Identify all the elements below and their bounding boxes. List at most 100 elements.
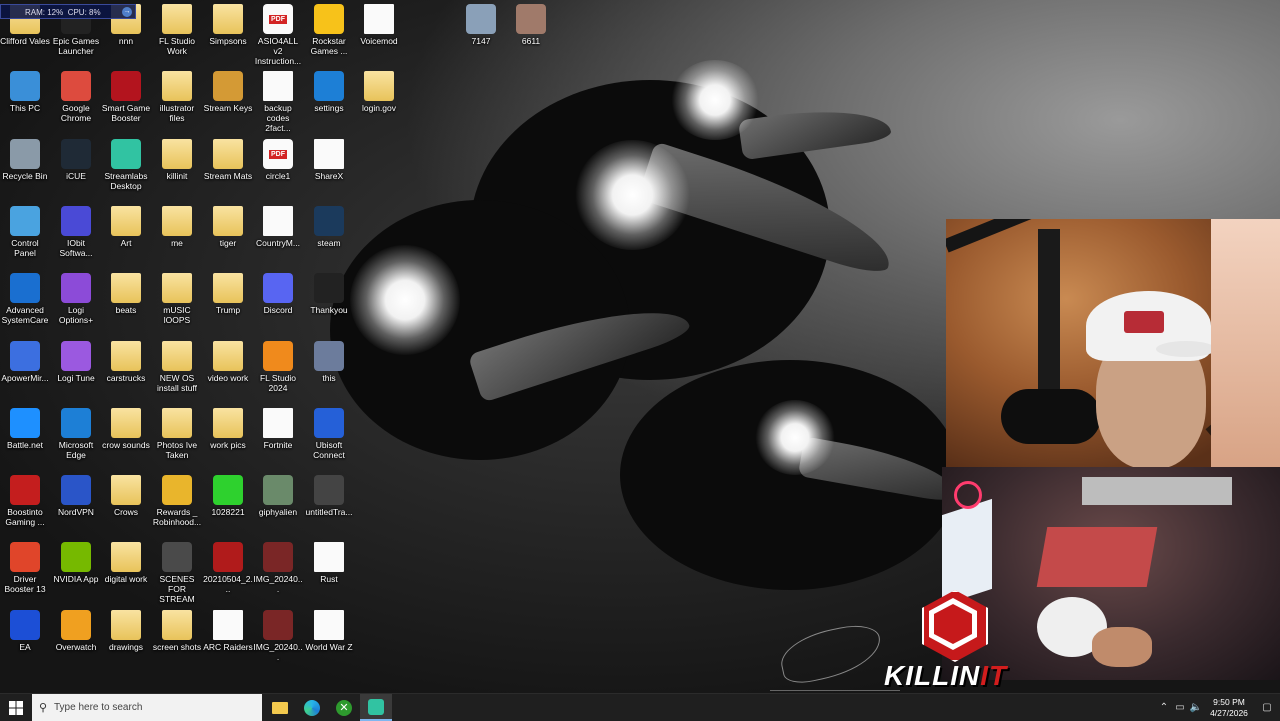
desktop-icon-apowermir[interactable]: ApowerMir... [0,341,50,383]
desktop-icon-me[interactable]: me [152,206,202,248]
desktop-icon-trump[interactable]: Trump [203,273,253,315]
desktop-icon-this[interactable]: this [304,341,354,383]
desktop-icon-tiger[interactable]: tiger [203,206,253,248]
desktop-icon-screen-shots[interactable]: screen shots [152,610,202,652]
desktop-icon-thankyou[interactable]: Thankyou [304,273,354,315]
desktop-icon-label: Recycle Bin [2,171,48,181]
desktop-icon-fl-studio-work[interactable]: FL Studio Work [152,4,202,56]
desktop-icon-login-gov[interactable]: login.gov [354,71,404,113]
clock[interactable]: 9:50 PM 4/27/2026 [1204,697,1254,719]
arm [1092,627,1152,667]
desktop-icon-img-20240[interactable]: IMG_20240... [253,610,303,662]
desktop-icon-rust[interactable]: Rust [304,542,354,584]
desktop-icon-label: 20210504_2... [203,574,253,594]
desktop-icon-arc-raiders[interactable]: ARC Raiders [203,610,253,652]
desktop-icon-steam[interactable]: steam [304,206,354,248]
desktop-icon-illustrator-files[interactable]: illustrator files [152,71,202,123]
desktop-icon-label: EA [19,642,31,652]
desktop-icon-carstrucks[interactable]: carstrucks [101,341,151,383]
widget-arrow-icon[interactable]: → [122,7,132,17]
desktop-icon-advanced-systemcare[interactable]: Advanced SystemCare [0,273,50,325]
desktop-icon-video-work[interactable]: video work [203,341,253,383]
streamlabs-taskbar-button[interactable] [360,694,392,721]
desktop-icon-discord[interactable]: Discord [253,273,303,315]
desktop-icon-new-os-install-stuff[interactable]: NEW OS install stuff [152,341,202,393]
desktop-icon-google-chrome[interactable]: Google Chrome [51,71,101,123]
start-button[interactable] [0,694,32,721]
desktop-icon-label: Microsoft Edge [58,440,94,460]
network-icon[interactable]: ▭ [1172,702,1188,713]
notification-icon[interactable]: ▢ [1254,702,1280,713]
desktop-icon-fortnite[interactable]: Fortnite [253,408,303,450]
desktop-icon-icue[interactable]: iCUE [51,139,101,181]
desktop-icon-killinit[interactable]: killinit [152,139,202,181]
desktop-icon-sharex[interactable]: ShareX [304,139,354,181]
desktop-icon-nordvpn[interactable]: NordVPN [51,475,101,517]
xbox-taskbar-button[interactable]: ✕ [328,694,360,721]
desktop-icon-stream-keys[interactable]: Stream Keys [203,71,253,113]
desktop-icon-giphyalien[interactable]: giphyalien [253,475,303,517]
desktop-icon-boostinto-gaming[interactable]: Boostinto Gaming ... [0,475,50,527]
desktop-icon-20210504-2[interactable]: 20210504_2... [203,542,253,594]
desktop-icon-art[interactable]: Art [101,206,151,248]
streamlabs-desktop-icon [111,139,141,169]
desktop-icon-backup-codes-2fact[interactable]: backup codes 2fact... [253,71,303,133]
desktop-icon-label: Rockstar Games ... [310,36,348,56]
smart-game-booster-icon [111,71,141,101]
desktop-icon-logi-tune[interactable]: Logi Tune [51,341,101,383]
desktop-icon-6611[interactable]: 6611 [506,4,556,46]
desktop-icon-nvidia-app[interactable]: NVIDIA App [51,542,101,584]
desktop-icon-control-panel[interactable]: Control Panel [0,206,50,258]
desktop-icon-overwatch[interactable]: Overwatch [51,610,101,652]
desktop-icon-beats[interactable]: beats [101,273,151,315]
desktop-icon-microsoft-edge[interactable]: Microsoft Edge [51,408,101,460]
desktop-icon-1028221[interactable]: 1028221 [203,475,253,517]
desktop-icon-digital-work[interactable]: digital work [101,542,151,584]
desktop-icon-asio4all-v2-instruction[interactable]: PDF ASIO4ALL v2 Instruction... [253,4,303,66]
desktop-icon-label: 1028221 [211,507,245,517]
folder-icon [364,71,394,101]
taskbar: ⚲ Type here to search ✕ ⌃ ▭ 🔈 9:50 PM 4/… [0,693,1280,721]
edge-taskbar-button[interactable] [296,694,328,721]
desktop-icon-fl-studio-2024[interactable]: FL Studio 2024 [253,341,303,393]
desktop-icon-img-20240[interactable]: IMG_20240... [253,542,303,594]
desktop-icon-scenes-for-stream[interactable]: SCENES FOR STREAM [152,542,202,604]
desktop-icon-untitledtra[interactable]: untitledTra... [304,475,354,517]
desktop-icon-battle-net[interactable]: Battle.net [0,408,50,450]
desktop-icon-rockstar-games[interactable]: Rockstar Games ... [304,4,354,56]
desktop-icon-crows[interactable]: Crows [101,475,151,517]
desktop-icon-recycle-bin[interactable]: Recycle Bin [0,139,50,181]
desktop-icon-crow-sounds[interactable]: crow sounds [101,408,151,450]
desktop-icon-label: iCUE [66,171,86,181]
logi-options-icon [61,273,91,303]
desktop-icon-settings[interactable]: settings [304,71,354,113]
desktop-icon-stream-mats[interactable]: Stream Mats [203,139,253,181]
desktop-icon-logi-options[interactable]: Logi Options+ [51,273,101,325]
desktop-icon-rewards-robinhood[interactable]: Rewards _ Robinhood... [152,475,202,527]
desktop-icon-circle1[interactable]: PDF circle1 [253,139,303,181]
desktop-icon-photos-ive-taken[interactable]: Photos Ive Taken [152,408,202,460]
desktop-icon-label: Clifford Vales [0,36,50,46]
desktop-icon-simpsons[interactable]: Simpsons [203,4,253,46]
volume-icon[interactable]: 🔈 [1188,702,1204,713]
chevron-up-icon[interactable]: ⌃ [1156,702,1172,713]
taskbar-search-box[interactable]: ⚲ Type here to search [32,694,262,721]
desktop-icon-7147[interactable]: 7147 [456,4,506,46]
desktop-icon-music-loops[interactable]: mUSIC lOOPS [152,273,202,325]
desktop-icon-driver-booster-13[interactable]: Driver Booster 13 [0,542,50,594]
desktop-icon-voicemod[interactable]: Voicemod [354,4,404,46]
desktop-icon-world-war-z[interactable]: World War Z [304,610,354,652]
desktop-icon-smart-game-booster[interactable]: Smart Game Booster [101,71,151,123]
desktop-icon-label: tiger [219,238,237,248]
desktop-icon-work-pics[interactable]: work pics [203,408,253,450]
desktop-icon-label: 6611 [521,36,541,46]
desktop-icon-ea[interactable]: EA [0,610,50,652]
desktop-icon-streamlabs-desktop[interactable]: Streamlabs Desktop [101,139,151,191]
file-explorer-taskbar-button[interactable] [264,694,296,721]
desktop-icon-iobit-softwa[interactable]: IObit Softwa... [51,206,101,258]
desktop-icon-this-pc[interactable]: This PC [0,71,50,113]
desktop-icon-label: Rust [320,574,338,584]
desktop-icon-ubisoft-connect[interactable]: Ubisoft Connect [304,408,354,460]
desktop-icon-countrym[interactable]: CountryM... [253,206,303,248]
desktop-icon-drawings[interactable]: drawings [101,610,151,652]
